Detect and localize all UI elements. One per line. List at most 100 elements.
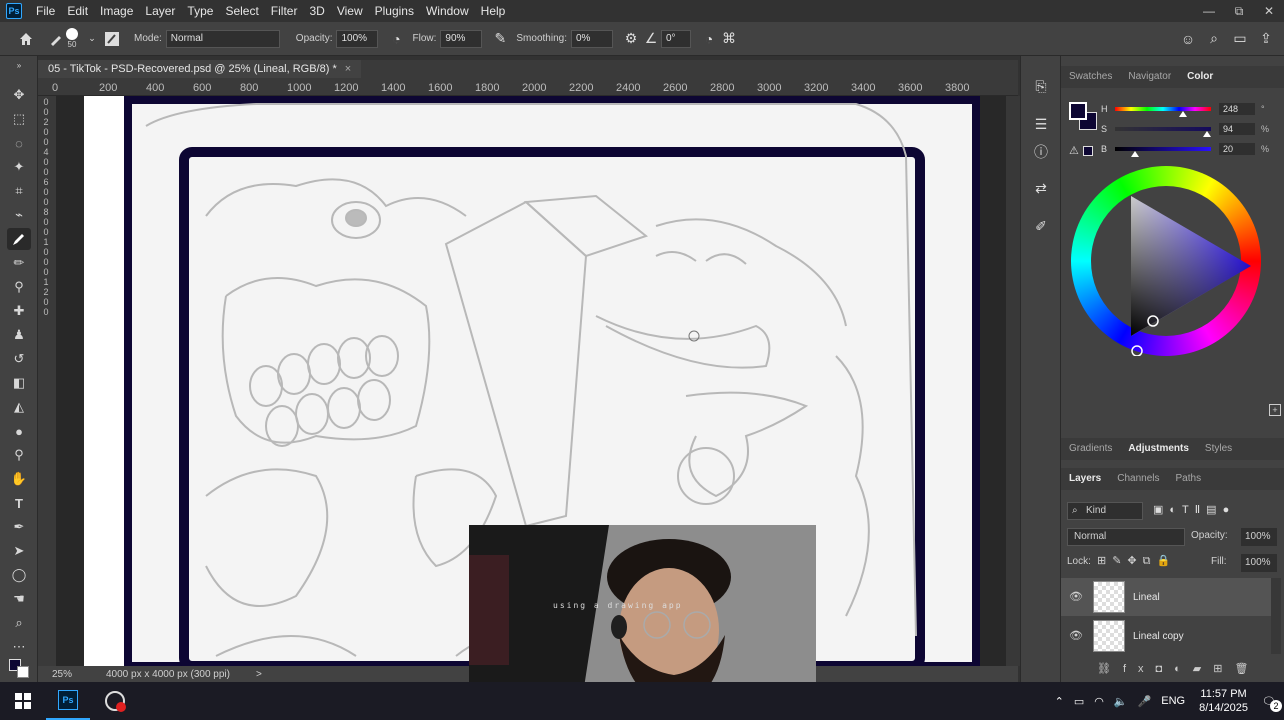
angle-input[interactable]: 0°: [660, 29, 691, 48]
menu-3d[interactable]: 3D: [303, 0, 330, 22]
restore-button[interactable]: ⧉: [1224, 0, 1254, 22]
brush-tool-icon[interactable]: [7, 228, 31, 250]
menu-select[interactable]: Select: [219, 0, 264, 22]
blur-tool-icon[interactable]: ●: [7, 420, 31, 442]
eyedropper-tool-icon[interactable]: ⌁: [7, 204, 31, 226]
gear-icon[interactable]: ⚙: [621, 29, 641, 49]
websafe-swatch[interactable]: [1083, 146, 1093, 156]
language-indicator[interactable]: ENG: [1161, 695, 1185, 707]
brush-size-picker[interactable]: 50: [66, 28, 78, 49]
layer-filter-select[interactable]: ⌕ Kind: [1067, 502, 1143, 520]
chevron-down-icon[interactable]: ⌄: [82, 29, 102, 49]
layer-row[interactable]: 👁 Lineal: [1061, 578, 1271, 616]
saturation-slider[interactable]: [1115, 127, 1211, 137]
adjust-panel-icon[interactable]: ⇄: [1031, 180, 1051, 200]
hue-value[interactable]: 248: [1219, 103, 1255, 115]
brightness-slider[interactable]: [1115, 147, 1211, 157]
dodge-tool-icon[interactable]: ⚲: [7, 444, 31, 466]
opacity-input[interactable]: 100%: [336, 29, 379, 48]
microphone-icon[interactable]: 🎤: [1138, 695, 1152, 708]
eye-icon[interactable]: 👁: [1069, 629, 1083, 642]
move-tool-icon[interactable]: ✥: [7, 84, 31, 106]
lasso-tool-icon[interactable]: ◌: [7, 132, 31, 154]
history-panel-icon[interactable]: ⎘: [1031, 78, 1051, 98]
magic-wand-tool-icon[interactable]: ✦: [7, 156, 31, 178]
menu-file[interactable]: File: [30, 0, 61, 22]
properties-panel-icon[interactable]: ☰: [1031, 116, 1051, 136]
chevron-up-icon[interactable]: ⌃: [1055, 695, 1064, 708]
export-icon[interactable]: ⇪: [1256, 29, 1276, 49]
layers-scrollbar[interactable]: [1271, 578, 1281, 654]
vertical-scrollbar[interactable]: [1006, 96, 1020, 666]
blend-mode-select[interactable]: Normal: [1067, 528, 1185, 546]
layer-actions-bar[interactable]: ⛓fx◘◐▰⊞🗑: [1097, 662, 1260, 675]
pencil-tool-icon[interactable]: ✏: [7, 252, 31, 274]
menu-type[interactable]: Type: [181, 0, 219, 22]
brush-panel-icon[interactable]: ✐: [1031, 218, 1051, 238]
tab-swatches[interactable]: Swatches: [1061, 66, 1120, 88]
marquee-tool-icon[interactable]: ⬚: [7, 108, 31, 130]
stamp-tool-icon[interactable]: ⚲: [7, 276, 31, 298]
taskbar-clock[interactable]: 11:57 PM 8/14/2025: [1199, 687, 1248, 715]
workspace-icon[interactable]: ▭: [1230, 29, 1250, 49]
menu-plugins[interactable]: Plugins: [369, 0, 420, 22]
wifi-icon[interactable]: ◠: [1094, 695, 1104, 708]
tab-paths[interactable]: Paths: [1168, 468, 1210, 490]
fill-input[interactable]: 100%: [1241, 554, 1277, 572]
airbrush-icon[interactable]: ✎: [490, 29, 510, 49]
layer-name[interactable]: Lineal copy: [1133, 631, 1184, 642]
home-icon[interactable]: [16, 29, 36, 49]
flow-input[interactable]: 90%: [440, 29, 483, 48]
layer-filter-icons[interactable]: ▣◐TⅡ▤●: [1153, 503, 1235, 516]
crop-tool-icon[interactable]: ⌗: [7, 180, 31, 202]
close-button[interactable]: ✕: [1254, 0, 1284, 22]
taskbar-photoshop-icon[interactable]: Ps: [46, 682, 90, 720]
pressure-size-icon[interactable]: ◔: [699, 29, 719, 49]
search-icon[interactable]: ⌕: [1204, 29, 1224, 49]
type-tool-icon[interactable]: T: [7, 492, 31, 514]
windows-start-icon[interactable]: [0, 693, 46, 709]
fg-bg-swatches[interactable]: [1069, 102, 1099, 132]
history-brush-icon[interactable]: ↺: [7, 348, 31, 370]
collapse-tools-icon[interactable]: »: [7, 60, 31, 70]
tab-layers[interactable]: Layers: [1061, 468, 1109, 490]
menu-layer[interactable]: Layer: [139, 0, 181, 22]
menu-image[interactable]: Image: [94, 0, 139, 22]
status-expand-icon[interactable]: >: [256, 669, 262, 680]
eye-icon[interactable]: 👁: [1069, 590, 1083, 603]
menu-window[interactable]: Window: [420, 0, 475, 22]
tab-color[interactable]: Color: [1179, 66, 1221, 88]
menu-help[interactable]: Help: [475, 0, 512, 22]
tab-channels[interactable]: Channels: [1109, 468, 1167, 490]
close-tab-icon[interactable]: ×: [345, 60, 351, 78]
add-swatch-icon[interactable]: +: [1269, 404, 1281, 416]
menu-edit[interactable]: Edit: [61, 0, 94, 22]
tab-adjustments[interactable]: Adjustments: [1120, 438, 1197, 460]
color-swatches-icon[interactable]: [7, 658, 33, 680]
saturation-value[interactable]: 94: [1219, 123, 1255, 135]
minimize-button[interactable]: —: [1194, 0, 1224, 22]
share-icon[interactable]: ☺: [1178, 29, 1198, 49]
document-tab[interactable]: 05 - TikTok - PSD-Recovered.psd @ 25% (L…: [38, 60, 362, 78]
smoothing-input[interactable]: 0%: [570, 29, 613, 48]
tab-navigator[interactable]: Navigator: [1120, 66, 1179, 88]
smudge-tool-icon[interactable]: ✋: [7, 468, 31, 490]
pressure-opacity-icon[interactable]: ◔: [386, 29, 406, 49]
zoom-tool-icon[interactable]: ⌕: [7, 612, 31, 634]
photoshop-logo[interactable]: Ps: [6, 3, 22, 19]
layer-name[interactable]: Lineal: [1133, 592, 1160, 603]
mode-select[interactable]: Normal: [165, 29, 280, 48]
menu-view[interactable]: View: [331, 0, 369, 22]
brightness-value[interactable]: 20: [1219, 143, 1255, 155]
lock-icons[interactable]: ⊞✎✥⧉🔒: [1097, 554, 1176, 568]
foreground-swatch[interactable]: [1069, 102, 1087, 120]
menu-filter[interactable]: Filter: [265, 0, 304, 22]
tab-styles[interactable]: Styles: [1197, 438, 1240, 460]
clone-stamp-icon[interactable]: ♟: [7, 324, 31, 346]
tab-gradients[interactable]: Gradients: [1061, 438, 1120, 460]
brush-preset-icon[interactable]: [46, 29, 66, 49]
hue-slider[interactable]: [1115, 107, 1211, 117]
color-triangle[interactable]: [1071, 166, 1261, 356]
eraser-tool-icon[interactable]: ◧: [7, 372, 31, 394]
taskbar-device-icon[interactable]: ▭: [1074, 695, 1084, 708]
